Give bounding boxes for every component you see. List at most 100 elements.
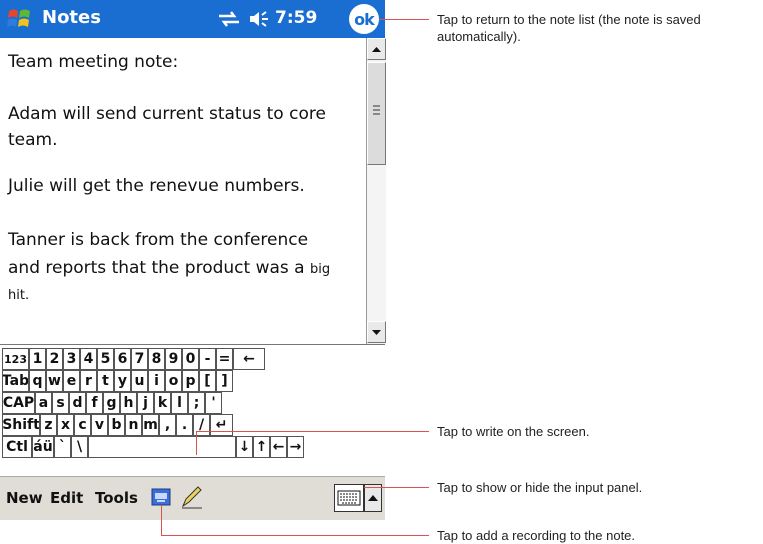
key[interactable]: w xyxy=(46,370,63,392)
key[interactable]: a xyxy=(35,392,52,414)
scroll-up-button[interactable] xyxy=(367,38,386,60)
note-line: team. xyxy=(8,130,58,150)
callout-line-ok xyxy=(379,19,429,20)
key[interactable]: 0 xyxy=(182,348,199,370)
note-text-area[interactable]: Team meeting note: Adam will send curren… xyxy=(0,38,366,344)
callout-write: Tap to write on the screen. xyxy=(437,424,590,439)
key[interactable]: r xyxy=(80,370,97,392)
key[interactable]: q xyxy=(29,370,46,392)
sync-icon[interactable] xyxy=(217,10,241,28)
key[interactable]: t xyxy=(97,370,114,392)
note-line: Adam will send current status to core xyxy=(8,104,326,124)
key[interactable]: p xyxy=(182,370,199,392)
key[interactable]: - xyxy=(199,348,216,370)
key[interactable]: f xyxy=(86,392,103,414)
key-123[interactable]: 123 xyxy=(2,348,29,370)
key[interactable]: v xyxy=(91,414,108,436)
arrow-down-key[interactable]: ↓ xyxy=(236,436,253,458)
menu-tools[interactable]: Tools xyxy=(95,489,138,507)
key[interactable]: ' xyxy=(205,392,222,414)
key[interactable]: ; xyxy=(188,392,205,414)
key[interactable]: ` xyxy=(54,436,71,458)
key[interactable]: 5 xyxy=(97,348,114,370)
key[interactable]: u xyxy=(131,370,148,392)
space-key[interactable] xyxy=(88,436,236,458)
arrow-up-key[interactable]: ↑ xyxy=(253,436,270,458)
vertical-scrollbar[interactable] xyxy=(366,38,386,344)
key[interactable]: e xyxy=(63,370,80,392)
note-line: hit. xyxy=(8,288,30,303)
callout-input-panel: Tap to show or hide the input panel. xyxy=(437,480,643,495)
callout-line-input-panel xyxy=(364,487,429,488)
callout-line-recording xyxy=(161,535,429,536)
windows-start-icon[interactable] xyxy=(5,7,33,31)
arrow-right-key[interactable]: → xyxy=(287,436,304,458)
input-panel-toggle-button[interactable] xyxy=(364,484,382,512)
accent-key[interactable]: áü xyxy=(32,436,54,458)
volume-icon[interactable] xyxy=(248,9,270,29)
key[interactable]: m xyxy=(142,414,159,436)
scroll-down-arrow-icon xyxy=(372,330,381,335)
key[interactable]: 1 xyxy=(29,348,46,370)
shift-key[interactable]: Shift xyxy=(2,414,40,436)
pocket-pc-screen: Notes 7:59 ok Team meeting note: Adam wi… xyxy=(0,0,386,520)
callout-line-recording-v xyxy=(161,505,162,535)
key[interactable]: o xyxy=(165,370,182,392)
key[interactable]: = xyxy=(216,348,233,370)
note-line: Julie will get the renevue numbers. xyxy=(8,176,305,196)
key[interactable]: , xyxy=(159,414,176,436)
key[interactable]: . xyxy=(176,414,193,436)
ctrl-key[interactable]: Ctl xyxy=(2,436,32,458)
key[interactable]: j xyxy=(137,392,154,414)
key[interactable]: 6 xyxy=(114,348,131,370)
key[interactable]: \ xyxy=(71,436,88,458)
key[interactable]: [ xyxy=(199,370,216,392)
callout-ok: Tap to return to the note list (the note… xyxy=(437,12,701,44)
key[interactable]: 7 xyxy=(131,348,148,370)
title-bar: Notes 7:59 ok xyxy=(0,0,385,38)
key[interactable]: 4 xyxy=(80,348,97,370)
key[interactable]: d xyxy=(69,392,86,414)
enter-key[interactable]: ↵ xyxy=(210,414,233,436)
key[interactable]: 2 xyxy=(46,348,63,370)
pen-icon[interactable] xyxy=(180,485,204,509)
note-line: Team meeting note: xyxy=(8,52,179,72)
ok-button[interactable]: ok xyxy=(349,4,379,34)
key[interactable]: k xyxy=(154,392,171,414)
clock[interactable]: 7:59 xyxy=(275,8,317,28)
key[interactable]: h xyxy=(120,392,137,414)
callout-recording: Tap to add a recording to the note. xyxy=(437,528,636,543)
key[interactable]: ] xyxy=(216,370,233,392)
backspace-key[interactable]: ← xyxy=(233,348,265,370)
note-line: and reports that the product was a big xyxy=(8,258,330,278)
menu-new[interactable]: New xyxy=(6,489,43,507)
caps-key[interactable]: CAP xyxy=(2,392,35,414)
grip-icon xyxy=(373,105,380,115)
tab-key[interactable]: Tab xyxy=(2,370,29,392)
menu-edit[interactable]: Edit xyxy=(50,489,83,507)
scrollbar-thumb[interactable] xyxy=(367,62,386,165)
keyboard-icon[interactable] xyxy=(334,484,364,512)
key[interactable]: n xyxy=(125,414,142,436)
key[interactable]: l xyxy=(171,392,188,414)
arrow-left-key[interactable]: ← xyxy=(270,436,287,458)
key[interactable]: g xyxy=(103,392,120,414)
caret-up-icon xyxy=(368,495,378,501)
key[interactable]: 8 xyxy=(148,348,165,370)
key[interactable]: y xyxy=(114,370,131,392)
scroll-down-button[interactable] xyxy=(367,321,386,343)
key[interactable]: i xyxy=(148,370,165,392)
app-title: Notes xyxy=(42,7,101,28)
key[interactable]: x xyxy=(57,414,74,436)
key[interactable]: c xyxy=(74,414,91,436)
recording-icon[interactable] xyxy=(151,488,171,506)
soft-keyboard: 123 1 2 3 4 5 6 7 8 9 0 - = ← Tab q w e … xyxy=(0,344,385,477)
keyboard-glyph-icon xyxy=(337,490,361,506)
note-handwritten-word: big xyxy=(310,262,331,277)
key[interactable]: z xyxy=(40,414,57,436)
key[interactable]: 9 xyxy=(165,348,182,370)
key[interactable]: s xyxy=(52,392,69,414)
scroll-up-arrow-icon xyxy=(372,47,381,52)
key[interactable]: b xyxy=(108,414,125,436)
key[interactable]: 3 xyxy=(63,348,80,370)
